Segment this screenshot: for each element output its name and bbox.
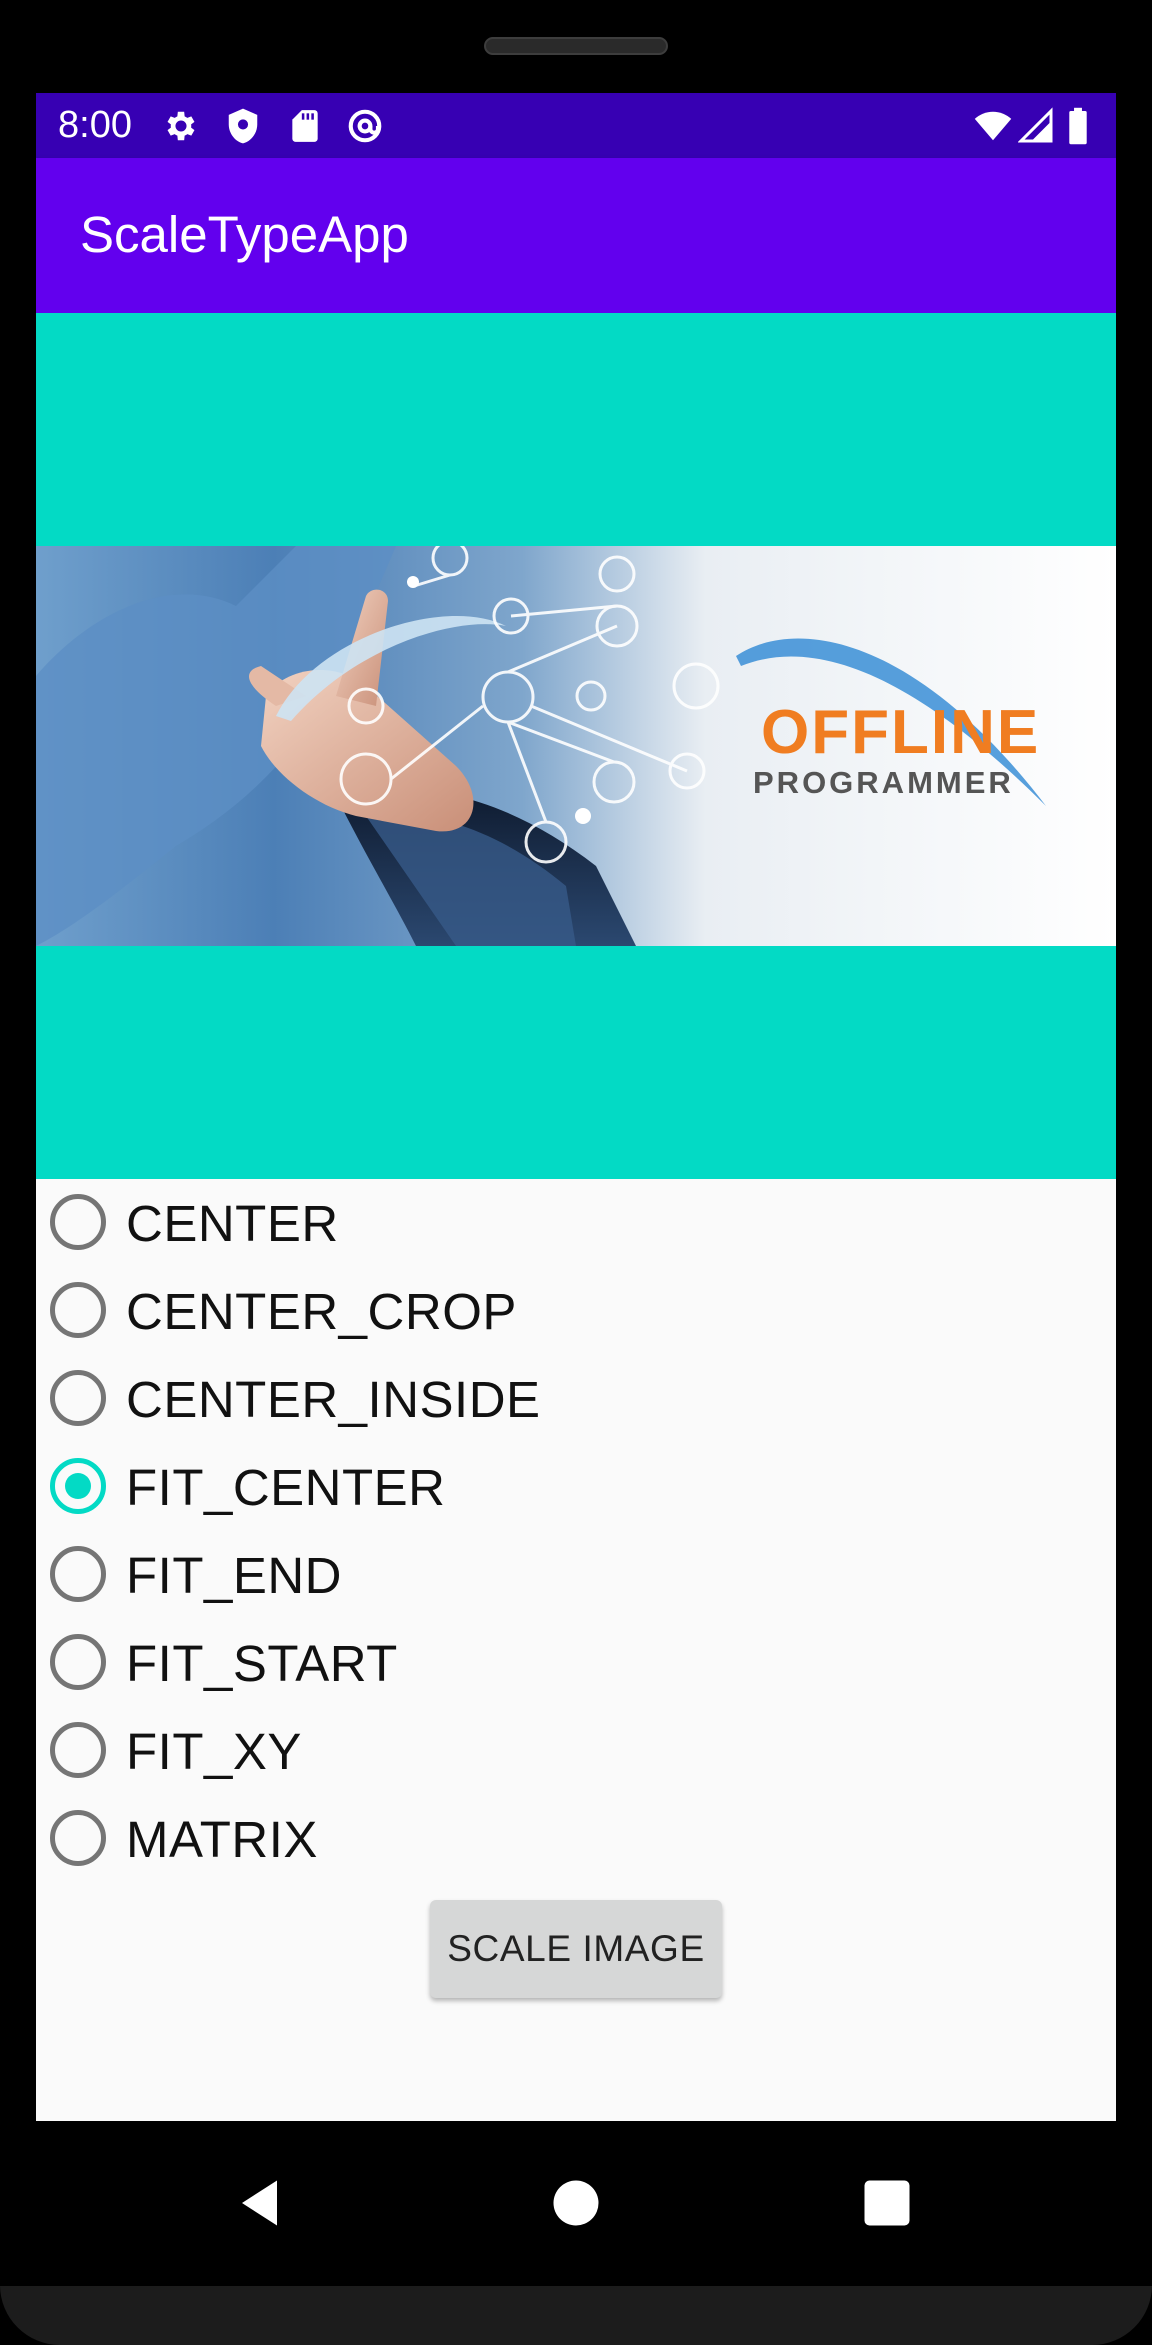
radio-matrix[interactable]: MATRIX	[50, 1799, 750, 1879]
radio-button-unchecked-icon[interactable]	[50, 1370, 106, 1426]
status-time: 8:00	[58, 104, 132, 146]
radio-fit-start[interactable]: FIT_START	[50, 1623, 750, 1703]
radio-label: CENTER	[126, 1195, 339, 1252]
radio-button-unchecked-icon[interactable]	[50, 1194, 106, 1250]
battery-icon	[1069, 107, 1087, 145]
scale-image-button[interactable]: SCALE IMAGE	[430, 1900, 722, 1998]
radio-button-unchecked-icon[interactable]	[50, 1546, 106, 1602]
app-bar: ScaleTypeApp	[36, 158, 1116, 313]
recents-icon[interactable]	[857, 2173, 917, 2233]
radio-button-unchecked-icon[interactable]	[50, 1810, 106, 1866]
at-sign-icon	[348, 109, 382, 143]
phone-device: 8:00 ScaleTypeApp OFFLINE PROGRAMMER CEN…	[0, 0, 1152, 2345]
home-icon[interactable]	[546, 2173, 606, 2233]
image-view: OFFLINE PROGRAMMER	[36, 313, 1116, 1179]
app-title: ScaleTypeApp	[80, 206, 409, 263]
settings-icon	[167, 111, 195, 141]
radio-button-unchecked-icon[interactable]	[50, 1722, 106, 1778]
wifi-icon	[974, 111, 1012, 141]
radio-label: CENTER_CROP	[126, 1283, 517, 1340]
radio-center-inside[interactable]: CENTER_INSIDE	[50, 1359, 750, 1439]
radio-label: FIT_END	[126, 1547, 343, 1604]
radio-selected-dot	[65, 1473, 91, 1499]
earpiece-speaker	[484, 37, 668, 55]
radio-button-checked-icon[interactable]	[50, 1458, 106, 1514]
radio-button-unchecked-icon[interactable]	[50, 1634, 106, 1690]
radio-label: CENTER_INSIDE	[126, 1371, 541, 1428]
radio-label: FIT_START	[126, 1635, 398, 1692]
status-bar: 8:00	[36, 93, 1116, 158]
radio-label: FIT_CENTER	[126, 1459, 446, 1516]
radio-label: FIT_XY	[126, 1723, 302, 1780]
sd-card-icon	[292, 110, 318, 142]
banner-image: OFFLINE PROGRAMMER	[36, 546, 1116, 946]
radio-fit-xy[interactable]: FIT_XY	[50, 1711, 750, 1791]
cell-signal-icon	[1018, 107, 1053, 143]
radio-label: MATRIX	[126, 1811, 318, 1868]
radio-fit-center[interactable]: FIT_CENTER	[50, 1447, 750, 1527]
back-icon[interactable]	[232, 2173, 292, 2233]
banner-logo-secondary: PROGRAMMER	[753, 765, 1014, 800]
radio-button-unchecked-icon[interactable]	[50, 1282, 106, 1338]
radio-center-crop[interactable]: CENTER_CROP	[50, 1271, 750, 1351]
navigation-bar	[0, 2121, 1152, 2286]
banner-graphic: OFFLINE PROGRAMMER	[36, 546, 1116, 946]
radio-fit-end[interactable]: FIT_END	[50, 1535, 750, 1615]
app-screen: 8:00 ScaleTypeApp OFFLINE PROGRAMMER CEN…	[36, 93, 1116, 2121]
shield-icon	[228, 108, 258, 144]
radio-center[interactable]: CENTER	[50, 1183, 750, 1263]
device-chin	[0, 2286, 1152, 2345]
banner-logo-primary: OFFLINE	[761, 698, 1040, 767]
